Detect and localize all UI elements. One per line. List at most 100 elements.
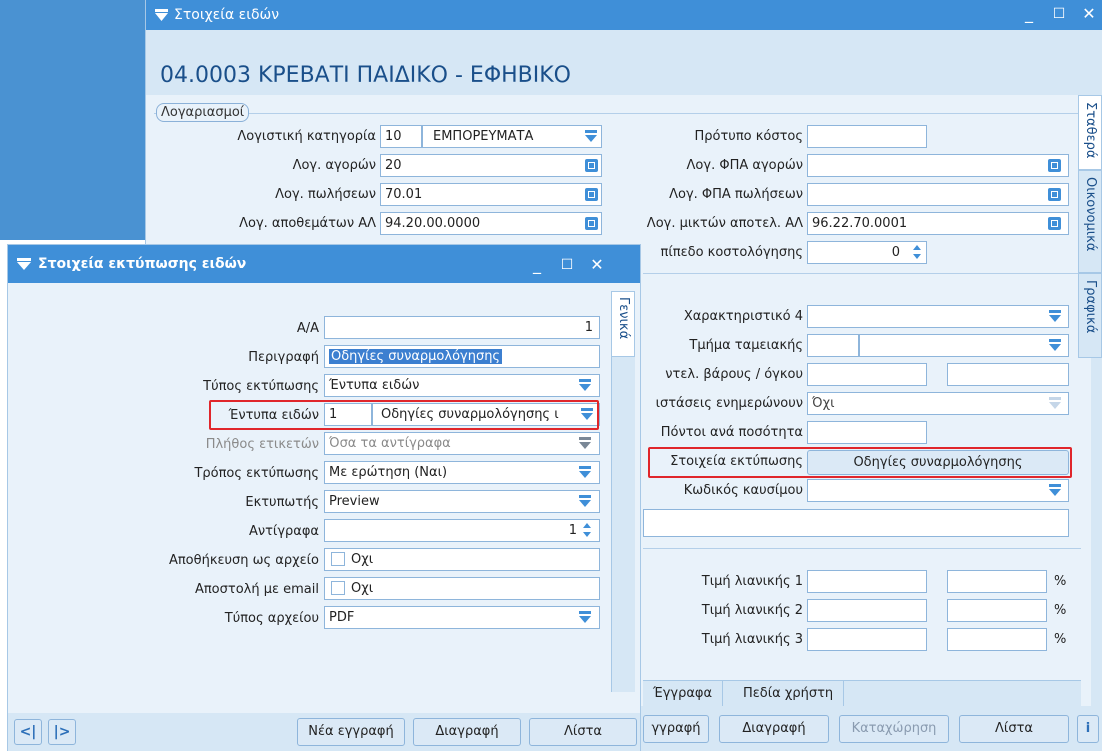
spinner-icon[interactable] [912,244,922,260]
lookup-icon[interactable] [585,217,598,230]
points-per-qty-field[interactable] [807,421,927,444]
maximize-button[interactable]: ☐ [556,255,578,277]
vat-purchase-account-field[interactable] [807,154,1069,177]
field-label: Εκτυπωτής [245,495,319,510]
lookup-icon[interactable] [1048,159,1061,172]
save-button[interactable]: Καταχώρηση [839,715,949,743]
dropdown-icon[interactable] [584,129,598,143]
minimize-button[interactable]: _ [1018,4,1040,26]
copies-field[interactable]: 1 [324,519,600,542]
send-email-field[interactable]: Οχι [324,577,600,600]
standard-cost-field[interactable] [807,125,927,148]
lookup-icon[interactable] [1048,217,1061,230]
volume-coeff-field[interactable] [947,363,1069,386]
delete-button[interactable]: Διαγραφή [413,718,521,746]
previous-record-button[interactable]: <| [14,719,42,745]
field-label: Αντίγραφα [248,524,319,539]
costing-level-field[interactable]: 0 [807,241,927,264]
tab-general[interactable]: Γενικά [611,291,635,357]
retail-price-2-field[interactable] [807,599,927,622]
save-as-file-checkbox[interactable] [331,551,345,566]
attribute4-field[interactable] [807,305,1069,328]
dropdown-icon[interactable] [1048,338,1062,352]
delete-button[interactable]: Διαγραφή [719,715,829,743]
close-button[interactable]: ✕ [1078,4,1100,26]
cash-register-dept-field[interactable] [859,334,1069,357]
retail-price-2-pct-field[interactable] [947,599,1047,622]
field-label: Πόντοι ανά ποσότητα [660,425,803,440]
dropdown-icon[interactable] [1048,396,1062,410]
item-header: 04.0003 ΚΡΕΒΑΤΙ ΠΑΙΔΙΚΟ - ΕΦΗΒΙΚΟ [146,30,1102,95]
print-mode-field[interactable]: Με ερώτηση (Ναι) [324,461,600,484]
field-label: Τιμή λιανικής 3 [701,632,803,647]
cash-register-code[interactable] [807,334,859,357]
tab-user-fields[interactable]: Πεδία χρήστη [733,681,845,707]
account-category-code[interactable]: 10 [380,125,422,148]
purchase-account-field[interactable]: 20 [380,154,602,177]
save-as-file-field[interactable]: Οχι [324,548,600,571]
sales-account-field[interactable]: 70.01 [380,183,602,206]
account-category-name[interactable]: ΕΜΠΟΡΕΥΜΑΤΑ [422,125,602,148]
bottom-tabs: Έγγραφα Πεδία χρήστη [643,680,1081,707]
maximize-button[interactable]: ☐ [1048,4,1070,26]
tab-strip [611,357,635,692]
dialog-body: Α/Α 1 Περιγραφή Οδηγίες συναρμολόγησης Τ… [8,283,640,713]
field-label: πίπεδο κοστολόγησης [660,245,803,260]
field-label: Α/Α [296,321,319,336]
description-field[interactable]: Οδηγίες συναρμολόγησης [324,345,600,368]
field-label: ντελ. βάρους / όγκου [665,367,803,382]
weight-coeff-field[interactable] [807,363,927,386]
field-label: Τιμή λιανικής 1 [701,574,803,589]
aa-field[interactable]: 1 [324,316,600,339]
percent-unit: % [1054,603,1067,618]
field-label: Λογ. ΦΠΑ αγορών [686,158,803,173]
field-label: Λογ. ΦΠΑ πωλήσεων [669,187,803,202]
labels-count-field[interactable]: Όσα τα αντίγραφα [324,432,600,455]
dropdown-icon[interactable] [578,465,592,479]
field-label: Περιγραφή [248,350,319,365]
update-movements-field[interactable]: Όχι [807,392,1069,415]
dropdown-icon[interactable] [578,610,592,624]
gross-result-account-field[interactable]: 96.22.70.0001 [807,212,1069,235]
send-email-checkbox[interactable] [331,580,345,595]
tab-fixed[interactable]: Σταθερά [1078,95,1102,170]
inventory-account-field[interactable]: 94.20.00.0000 [380,212,602,235]
dropdown-icon[interactable] [1048,483,1062,497]
tab-graphics[interactable]: Γραφικά [1078,273,1102,358]
dropdown-icon[interactable] [578,378,592,392]
menu-chevron-icon[interactable] [155,9,168,21]
print-type-field[interactable]: Έντυπα ειδών [324,374,600,397]
vat-sales-account-field[interactable] [807,183,1069,206]
printer-field[interactable]: Preview [324,490,600,513]
notes-field[interactable] [643,509,1069,537]
retail-price-3-pct-field[interactable] [947,628,1047,651]
menu-chevron-icon[interactable] [17,258,31,270]
field-label: Τύπος εκτύπωσης [203,379,319,394]
close-button[interactable]: ✕ [586,255,608,277]
lookup-icon[interactable] [585,159,598,172]
new-record-button[interactable]: Νέα εγγραφή [297,718,405,746]
percent-unit: % [1054,574,1067,589]
lookup-icon[interactable] [1048,188,1061,201]
next-record-button[interactable]: |> [48,719,76,745]
tab-financial[interactable]: Οικονομικά [1078,170,1102,273]
minimize-button[interactable]: _ [526,255,548,277]
spinner-icon[interactable] [582,522,592,538]
file-type-field[interactable]: PDF [324,606,600,629]
retail-price-1-field[interactable] [807,570,927,593]
highlight-box [648,447,1072,478]
background-strip [0,0,145,240]
list-button[interactable]: Λίστα [959,715,1069,743]
dropdown-icon[interactable] [1048,309,1062,323]
retail-price-3-field[interactable] [807,628,927,651]
field-label: Πρότυπο κόστος [694,129,803,144]
retail-price-1-pct-field[interactable] [947,570,1047,593]
list-button[interactable]: Λίστα [529,718,637,746]
dropdown-icon[interactable] [578,494,592,508]
new-record-button[interactable]: γγραφή [643,715,709,743]
lookup-icon[interactable] [585,188,598,201]
info-icon[interactable]: i [1077,715,1099,743]
tab-documents[interactable]: Έγγραφα [643,681,724,707]
dropdown-icon[interactable] [578,436,592,450]
fuel-code-field[interactable] [807,479,1069,502]
